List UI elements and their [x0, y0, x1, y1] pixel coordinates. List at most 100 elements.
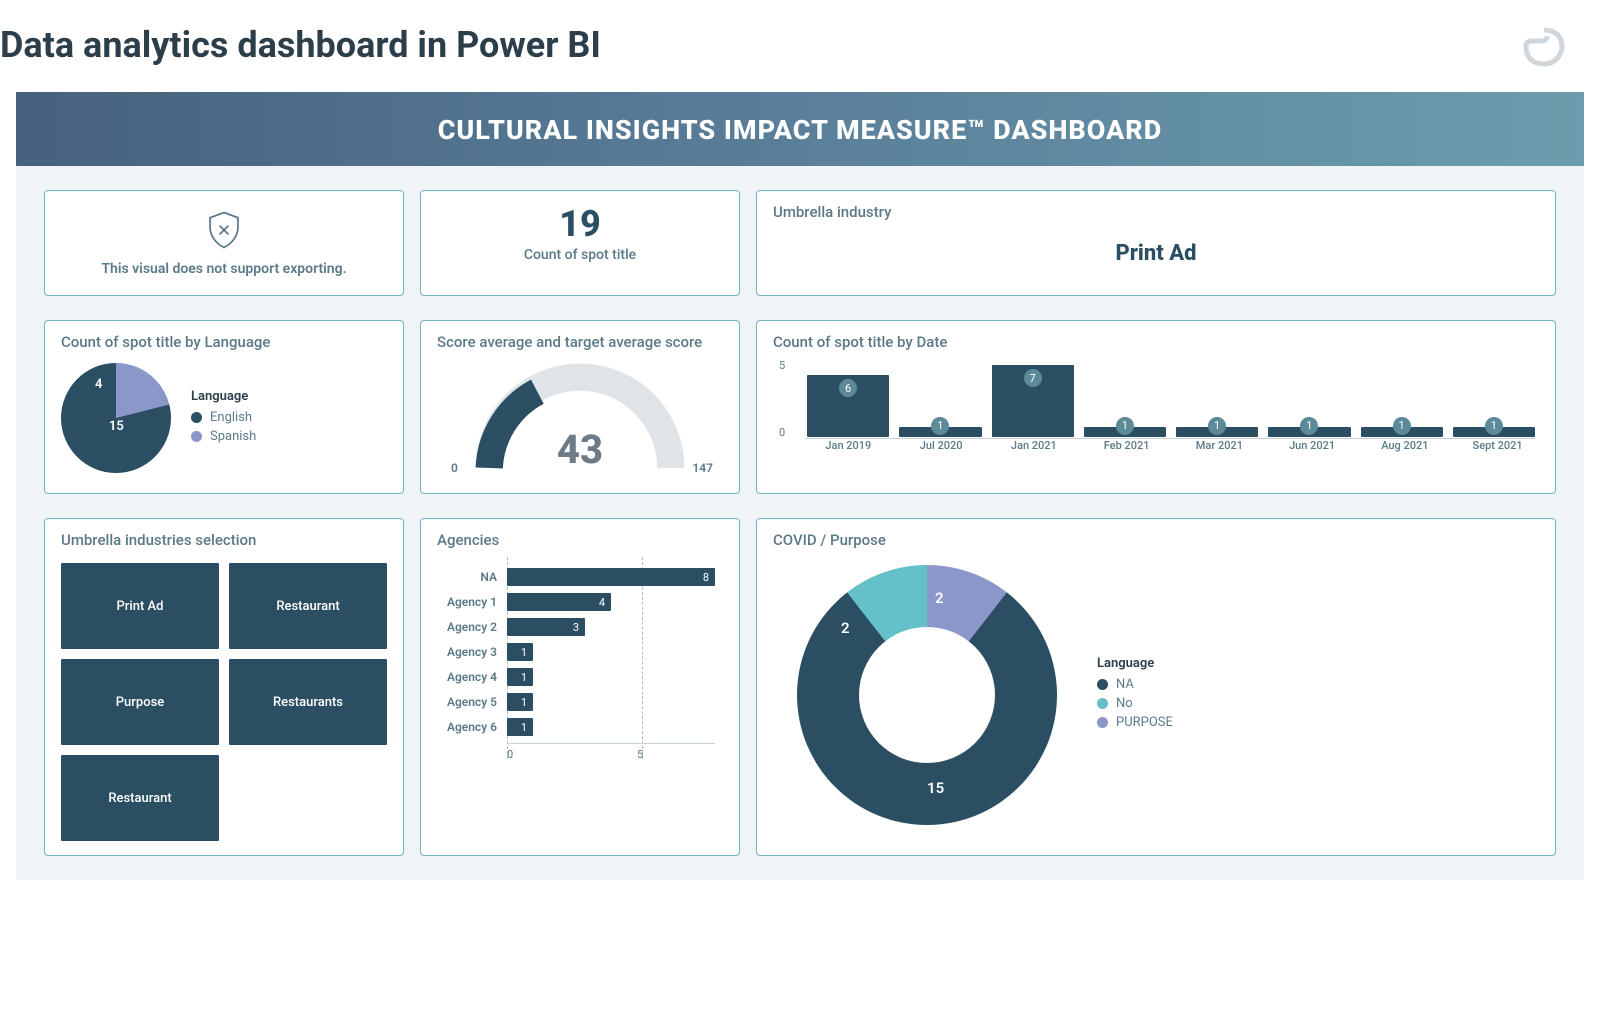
agency-bar-row[interactable]: NA 8 — [437, 568, 715, 586]
donut-slice-label-no: 2 — [841, 619, 850, 637]
language-pie-title: Count of spot title by Language — [61, 333, 387, 351]
agency-bar[interactable]: 1 — [507, 718, 533, 736]
treemap-card[interactable]: Umbrella industries selection Print Ad R… — [44, 518, 404, 856]
date-x-label: Sept 2021 — [1456, 439, 1539, 452]
export-error-card: This visual does not support exporting. — [44, 190, 404, 296]
treemap-tile[interactable]: Restaurants — [229, 659, 387, 745]
donut-slice-label-purpose: 2 — [935, 589, 944, 607]
language-pie-card[interactable]: Count of spot title by Language 4 15 Lan… — [44, 320, 404, 494]
legend-item-na[interactable]: NA — [1097, 677, 1173, 692]
pie-slice-label-english: 15 — [109, 419, 124, 434]
legend-label: No — [1116, 696, 1133, 711]
agency-bar-row[interactable]: Agency 3 1 — [437, 643, 715, 661]
agency-bar-row[interactable]: Agency 6 1 — [437, 718, 715, 736]
legend-label: PURPOSE — [1116, 715, 1173, 730]
gauge-min: 0 — [451, 461, 458, 475]
date-bar-value: 7 — [1024, 369, 1042, 387]
agency-bar[interactable]: 1 — [507, 668, 533, 686]
agency-bar[interactable]: 4 — [507, 593, 611, 611]
date-bar[interactable]: 1 — [899, 427, 981, 437]
date-bar-value: 6 — [839, 379, 857, 397]
date-x-label: Jan 2021 — [993, 439, 1076, 452]
kpi-count-value: 19 — [433, 203, 727, 245]
pie-slice-label-spanish: 4 — [95, 377, 102, 392]
date-x-label: Feb 2021 — [1085, 439, 1168, 452]
agencies-title: Agencies — [437, 531, 723, 549]
legend-item-purpose[interactable]: PURPOSE — [1097, 715, 1173, 730]
date-bar[interactable]: 1 — [1176, 427, 1258, 437]
y-tick: 5 — [779, 359, 785, 372]
treemap-tile[interactable]: Print Ad — [61, 563, 219, 649]
treemap-chart[interactable]: Print Ad Restaurant Purpose Restaurants … — [61, 557, 387, 841]
agency-label: Agency 4 — [437, 670, 497, 684]
agency-bar-row[interactable]: Agency 5 1 — [437, 693, 715, 711]
date-bar-value: 1 — [1116, 417, 1134, 435]
agency-bar-row[interactable]: Agency 2 3 — [437, 618, 715, 636]
umbrella-industry-title: Umbrella industry — [773, 203, 1539, 221]
export-error-text: This visual does not support exporting. — [57, 261, 391, 277]
date-bar-value: 1 — [1393, 417, 1411, 435]
gauge-card[interactable]: Score average and target average score 4… — [420, 320, 740, 494]
agency-bar[interactable]: 8 — [507, 568, 715, 586]
date-bar[interactable]: 1 — [1268, 427, 1350, 437]
language-pie-chart[interactable]: 4 15 — [61, 363, 171, 473]
legend-title: Language — [191, 389, 256, 404]
date-bar-value: 1 — [931, 417, 949, 435]
kpi-count-label: Count of spot title — [433, 247, 727, 263]
legend-title: Language — [1097, 656, 1173, 671]
gauge-value: 43 — [557, 426, 603, 473]
y-tick: 0 — [779, 426, 785, 439]
language-pie-legend: Language English Spanish — [191, 389, 256, 448]
donut-legend: Language NA No PURPOSE — [1097, 656, 1173, 734]
agencies-bar-chart[interactable]: NA8Agency 14Agency 23Agency 31Agency 41A… — [437, 557, 723, 783]
treemap-tile[interactable]: Restaurant — [229, 563, 387, 649]
agency-bar-row[interactable]: Agency 4 1 — [437, 668, 715, 686]
date-x-label: Jun 2021 — [1271, 439, 1354, 452]
date-bar[interactable]: 6 — [807, 375, 889, 437]
agencies-card[interactable]: Agencies NA8Agency 14Agency 23Agency 31A… — [420, 518, 740, 856]
donut-slice-label-na: 15 — [927, 779, 944, 797]
agency-label: Agency 1 — [437, 595, 497, 609]
date-column-chart[interactable]: 5 0 61711111 — [773, 359, 1539, 439]
kpi-count-card: 19 Count of spot title — [420, 190, 740, 296]
date-bar-value: 1 — [1485, 417, 1503, 435]
agency-bar[interactable]: 1 — [507, 643, 533, 661]
shield-x-icon — [203, 209, 245, 251]
legend-label: Spanish — [210, 429, 256, 444]
agency-label: Agency 5 — [437, 695, 497, 709]
agency-bar[interactable]: 3 — [507, 618, 585, 636]
date-x-label: Mar 2021 — [1178, 439, 1261, 452]
legend-label: English — [210, 410, 252, 425]
legend-item-english[interactable]: English — [191, 410, 256, 425]
date-bar[interactable]: 7 — [992, 365, 1074, 437]
gauge-title: Score average and target average score — [437, 333, 723, 351]
page-title: Data analytics dashboard in Power BI — [0, 24, 601, 66]
legend-item-spanish[interactable]: Spanish — [191, 429, 256, 444]
legend-label: NA — [1116, 677, 1134, 692]
donut-chart[interactable]: 2 2 15 — [797, 565, 1057, 825]
dashboard-title: CULTURAL INSIGHTS IMPACT MEASURE™ DASHBO… — [16, 92, 1584, 166]
agency-label: NA — [437, 570, 497, 584]
date-bar-value: 1 — [1208, 417, 1226, 435]
date-bar[interactable]: 1 — [1361, 427, 1443, 437]
treemap-title: Umbrella industries selection — [61, 531, 387, 549]
brand-logo-icon — [1520, 24, 1568, 72]
agency-label: Agency 6 — [437, 720, 497, 734]
date-column-card[interactable]: Count of spot title by Date 5 0 61711111… — [756, 320, 1556, 494]
agency-label: Agency 2 — [437, 620, 497, 634]
umbrella-industry-value: Print Ad — [773, 229, 1539, 266]
agencies-x-tick: 5 — [637, 748, 643, 761]
legend-item-no[interactable]: No — [1097, 696, 1173, 711]
treemap-tile[interactable]: Restaurant — [61, 755, 219, 841]
date-bar[interactable]: 1 — [1084, 427, 1166, 437]
agency-label: Agency 3 — [437, 645, 497, 659]
donut-card[interactable]: COVID / Purpose 2 2 15 Language NA No PU… — [756, 518, 1556, 856]
treemap-tile[interactable]: Purpose — [61, 659, 219, 745]
agency-bar-row[interactable]: Agency 1 4 — [437, 593, 715, 611]
date-bar-value: 1 — [1300, 417, 1318, 435]
agency-bar[interactable]: 1 — [507, 693, 533, 711]
date-bar[interactable]: 1 — [1453, 427, 1535, 437]
date-x-label: Aug 2021 — [1364, 439, 1447, 452]
dashboard: CULTURAL INSIGHTS IMPACT MEASURE™ DASHBO… — [16, 92, 1584, 880]
date-x-label: Jul 2020 — [900, 439, 983, 452]
